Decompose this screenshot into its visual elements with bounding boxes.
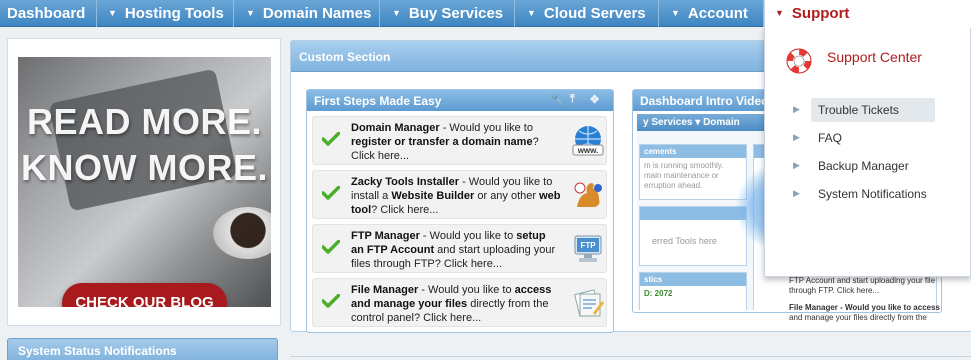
ftp-computer-icon: FTP <box>574 235 602 262</box>
step-description: File Manager - Would you like to access … <box>351 283 561 325</box>
menu-item-label: System Notifications <box>818 187 927 201</box>
nav-account[interactable]: ▼ Account <box>659 0 764 27</box>
peek-ftp-line-2: through FTP. Click here... <box>789 286 879 296</box>
mini-panel-text: D: 2072 <box>644 289 673 298</box>
nav-dashboard-label: Dashboard <box>7 5 86 22</box>
step-description: FTP Manager - Would you like to setup an… <box>351 229 561 271</box>
mini-panel-head: stics <box>640 273 746 286</box>
menu-item-trouble-tickets[interactable]: ▶ Trouble Tickets <box>793 98 935 122</box>
peek-file-line-2: and manage your files directly from the <box>789 313 927 323</box>
lifebuoy-icon <box>786 48 812 74</box>
caret-down-icon: ▼ <box>392 8 401 18</box>
arrow-right-icon: ▶ <box>793 132 800 142</box>
support-dropdown: Support Center ▶ Trouble Tickets ▶ FAQ ▶… <box>764 27 971 277</box>
step-text-part: or any other <box>474 190 540 202</box>
mini-announcements-panel: cements m is running smoothly. main main… <box>639 144 747 200</box>
step-name: File Manager <box>351 284 419 296</box>
mini-panel-text: m is running smoothly. main maintenance … <box>644 161 724 190</box>
menu-item-faq[interactable]: ▶ FAQ <box>793 126 935 150</box>
nav-cloud-servers-label: Cloud Servers <box>543 5 646 22</box>
pin-icon[interactable]: ⤒ <box>570 93 575 106</box>
step-text-bold: Website Builder <box>391 190 475 202</box>
nav-buy-services[interactable]: ▼ Buy Services <box>380 0 515 27</box>
peek-file-line: File Manager - Would you like to access <box>789 303 940 313</box>
step-description: Domain Manager - Would you like to regis… <box>351 121 561 163</box>
step-text-bold: register or transfer a domain name <box>351 136 533 148</box>
nav-hosting-tools-label: Hosting Tools <box>124 5 224 22</box>
first-steps-header[interactable]: First Steps Made Easy 🔧 ⤒ ✥ <box>307 90 613 111</box>
promo-line-2: KNOW MORE. <box>21 147 268 188</box>
mini-statistics-panel: stics D: 2072 <box>639 272 747 310</box>
menu-item-backup-manager[interactable]: ▶ Backup Manager <box>793 154 935 178</box>
check-blog-button[interactable]: CHECK OUR BLOG <box>62 283 227 307</box>
checkmark-icon <box>322 294 340 308</box>
kangaroo-icon <box>574 182 602 207</box>
move-icon[interactable]: ✥ <box>590 93 599 106</box>
svg-text:www.: www. <box>577 146 599 155</box>
system-status-title: System Status Notifications <box>18 344 177 358</box>
step-name: Domain Manager <box>351 122 440 134</box>
step-domain-manager[interactable]: Domain Manager - Would you like to regis… <box>312 116 607 165</box>
caret-down-icon: ▼ <box>108 8 117 18</box>
peek-text: and manage your files directly from the <box>789 313 927 322</box>
menu-item-label: Backup Manager <box>818 159 909 173</box>
mini-panel-head <box>640 207 746 220</box>
peek-text: File Manager - Would you like to access <box>789 303 941 312</box>
mini-panel-head: cements <box>640 145 746 158</box>
arrow-right-icon: ▶ <box>793 160 800 170</box>
caret-down-icon: ▼ <box>246 8 255 18</box>
system-status-header[interactable]: System Status Notifications <box>7 338 278 360</box>
mini-preferred-tools-panel: erred Tools here <box>639 206 747 266</box>
www-globe-icon: www. <box>572 126 604 156</box>
step-text-part: - Would you like to <box>419 230 517 242</box>
coffee-cup-photo <box>213 207 271 259</box>
wrench-icon[interactable]: 🔧 <box>550 93 564 106</box>
nav-support-label: Support <box>791 5 850 22</box>
menu-item-system-notifications[interactable]: ▶ System Notifications <box>793 182 935 206</box>
caret-down-icon: ▼ <box>775 8 784 18</box>
step-name: Zacky Tools Installer <box>351 176 460 188</box>
peek-text: through FTP. Click here... <box>789 286 880 295</box>
arrow-right-icon: ▶ <box>793 104 800 114</box>
menu-item-label: Trouble Tickets <box>811 98 935 122</box>
custom-section-title: Custom Section <box>299 50 391 64</box>
peek-text: FTP Account and start uploading your fil… <box>789 276 936 285</box>
caret-down-icon: ▼ <box>671 8 680 18</box>
first-steps-title: First Steps Made Easy <box>314 94 442 108</box>
nav-cloud-servers[interactable]: ▼ Cloud Servers <box>515 0 659 27</box>
step-name: FTP Manager <box>351 230 420 242</box>
dashboard-video-title: Dashboard Intro Video <box>640 94 769 108</box>
promo-panel: READ MORE. KNOW MORE. CHECK OUR BLOG <box>7 38 281 326</box>
peek-ftp-line: FTP Account and start uploading your fil… <box>789 276 935 286</box>
mini-panel-text: erred Tools here <box>652 236 717 246</box>
menu-item-label: FAQ <box>818 131 843 145</box>
support-center-label: Support Center <box>827 49 922 65</box>
step-zacky-tools-installer[interactable]: Zacky Tools Installer - Would you like t… <box>312 170 607 219</box>
first-steps-widget: First Steps Made Easy 🔧 ⤒ ✥ Domain Manag… <box>306 89 614 333</box>
promo-line-1: READ MORE. <box>26 101 262 142</box>
checkmark-icon <box>322 186 340 200</box>
step-file-manager[interactable]: File Manager - Would you like to access … <box>312 278 607 327</box>
nav-buy-services-label: Buy Services <box>408 5 504 22</box>
divider <box>290 356 971 360</box>
step-text-part: ? Click here... <box>371 204 439 216</box>
nav-account-label: Account <box>687 5 748 22</box>
arrow-right-icon: ▶ <box>793 188 800 198</box>
nav-domain-names-label: Domain Names <box>262 5 372 22</box>
nav-hosting-tools[interactable]: ▼ Hosting Tools <box>97 0 234 27</box>
step-description: Zacky Tools Installer - Would you like t… <box>351 175 561 217</box>
nav-dashboard[interactable]: Dashboard <box>0 0 97 27</box>
support-center-link[interactable]: Support Center <box>785 45 965 77</box>
checkmark-icon <box>322 132 340 146</box>
nav-support[interactable]: ▼ Support <box>764 0 971 28</box>
step-text-part: - Would you like to <box>418 284 515 296</box>
nav-domain-names[interactable]: ▼ Domain Names <box>234 0 380 27</box>
step-text-part: - Would you like to <box>439 122 533 134</box>
svg-text:FTP: FTP <box>580 241 596 250</box>
step-ftp-manager[interactable]: FTP Manager - Would you like to setup an… <box>312 224 607 273</box>
blog-promo-banner[interactable]: READ MORE. KNOW MORE. CHECK OUR BLOG <box>18 57 271 307</box>
file-manager-icon <box>574 289 604 317</box>
checkmark-icon <box>322 240 340 254</box>
caret-down-icon: ▼ <box>527 8 536 18</box>
